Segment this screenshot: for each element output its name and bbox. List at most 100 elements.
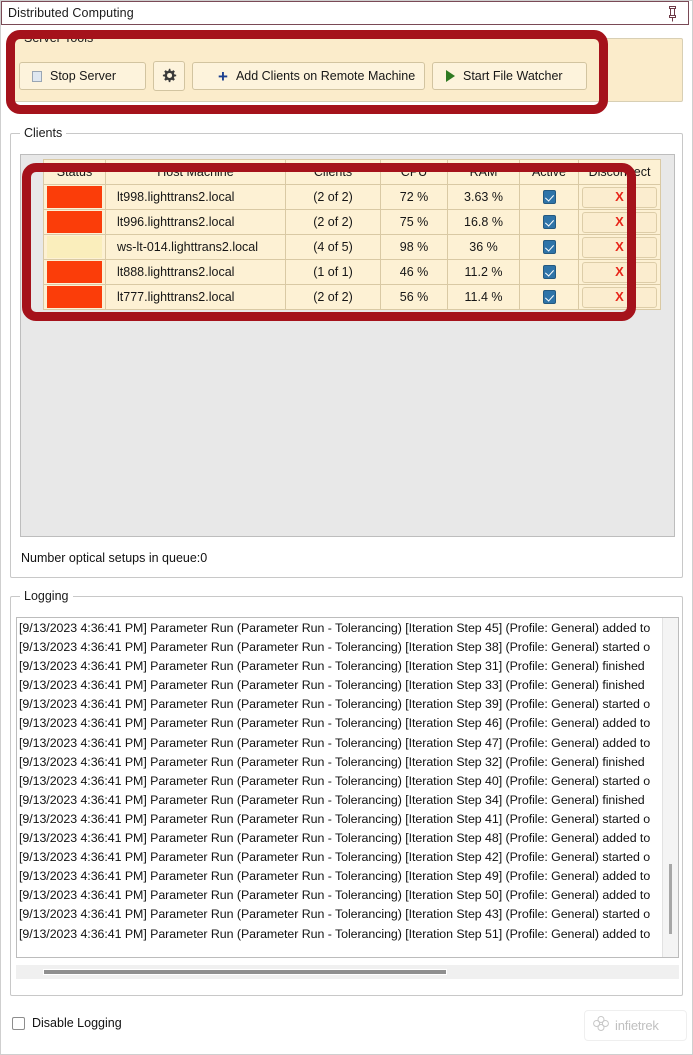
status-color-swatch: [47, 211, 102, 233]
clients-group: Clients Status Host Machine Clients CPU …: [10, 126, 683, 578]
disconnect-button[interactable]: X: [582, 236, 657, 258]
stop-server-button[interactable]: Stop Server: [19, 62, 146, 90]
clients-table: Status Host Machine Clients CPU RAM Acti…: [43, 159, 661, 310]
cell-cpu: 75 %: [380, 209, 448, 235]
log-line: [9/13/2023 4:36:41 PM] Parameter Run (Pa…: [19, 811, 651, 826]
cell-active[interactable]: [519, 184, 579, 210]
logging-group: Logging [9/13/2023 4:36:41 PM] Parameter…: [10, 589, 683, 996]
table-header-row: Status Host Machine Clients CPU RAM Acti…: [43, 159, 661, 185]
stop-server-label: Stop Server: [50, 68, 117, 83]
log-vertical-scrollbar[interactable]: [662, 618, 678, 957]
disconnect-button[interactable]: X: [582, 261, 657, 283]
cell-status: [43, 284, 106, 310]
cell-cpu: 98 %: [380, 234, 448, 260]
log-line: [9/13/2023 4:36:41 PM] Parameter Run (Pa…: [19, 621, 651, 635]
log-line: [9/13/2023 4:36:41 PM] Parameter Run (Pa…: [19, 773, 651, 788]
column-header-status[interactable]: Status: [43, 159, 106, 185]
log-line: [9/13/2023 4:36:41 PM] Parameter Run (Pa…: [19, 697, 651, 712]
column-header-cpu[interactable]: CPU: [380, 159, 448, 185]
log-line: [9/13/2023 4:36:41 PM] Parameter Run (Pa…: [19, 678, 645, 693]
log-line: [9/13/2023 4:36:41 PM] Parameter Run (Pa…: [19, 659, 645, 674]
log-vertical-scrollbar-thumb[interactable]: [669, 864, 672, 934]
cell-clients: (4 of 5): [285, 234, 381, 260]
cell-disconnect: X: [578, 184, 661, 210]
disconnect-button[interactable]: X: [582, 186, 657, 208]
watermark-text: infietrek: [615, 1018, 659, 1033]
status-color-swatch: [47, 186, 102, 208]
status-color-swatch: [47, 286, 102, 308]
footer-bar: Disable Logging infietrek: [0, 1008, 693, 1048]
cell-disconnect: X: [578, 284, 661, 310]
add-clients-on-remote-machine-button[interactable]: + Add Clients on Remote Machine: [192, 62, 425, 90]
cell-clients: (2 of 2): [285, 209, 381, 235]
active-checkbox-checked-icon[interactable]: [542, 290, 556, 305]
cell-disconnect: X: [578, 209, 661, 235]
log-line: [9/13/2023 4:36:41 PM] Parameter Run (Pa…: [19, 735, 651, 750]
log-line: [9/13/2023 4:36:41 PM] Parameter Run (Pa…: [19, 869, 651, 884]
column-header-ram[interactable]: RAM: [447, 159, 520, 185]
window-title-bar: Distributed Computing: [1, 1, 689, 25]
cell-host-machine: lt888.lighttrans2.local: [105, 259, 286, 285]
table-row[interactable]: ws-lt-014.lighttrans2.local (4 of 5) 98 % 3…: [43, 234, 661, 260]
column-header-disconnect[interactable]: Disconnect: [578, 159, 661, 185]
log-output-box[interactable]: [9/13/2023 4:36:41 PM] Parameter Run (Pa…: [16, 617, 679, 958]
cell-disconnect: X: [578, 259, 661, 285]
table-row[interactable]: lt888.lighttrans2.local (1 of 1) 46 % 11.2 …: [43, 259, 661, 285]
column-header-clients[interactable]: Clients: [285, 159, 381, 185]
log-line: [9/13/2023 4:36:41 PM] Parameter Run (Pa…: [19, 831, 651, 846]
disconnect-button[interactable]: X: [582, 286, 657, 308]
clients-legend: Clients: [20, 126, 67, 140]
cell-clients: (2 of 2): [285, 284, 381, 310]
log-line: [9/13/2023 4:36:41 PM] Parameter Run (Pa…: [19, 888, 651, 903]
log-horizontal-scrollbar[interactable]: [16, 965, 679, 979]
column-header-host-machine[interactable]: Host Machine: [105, 159, 286, 185]
log-line: [9/13/2023 4:36:41 PM] Parameter Run (Pa…: [19, 907, 651, 922]
active-checkbox-checked-icon[interactable]: [542, 240, 556, 255]
cell-ram: 3.63 %: [447, 184, 520, 210]
cell-status: [43, 259, 106, 285]
status-color-swatch: [47, 261, 102, 283]
start-file-watcher-button[interactable]: Start File Watcher: [432, 62, 587, 90]
logging-legend: Logging: [20, 589, 73, 603]
disable-logging-checkbox-box[interactable]: [12, 1016, 25, 1030]
cell-cpu: 46 %: [380, 259, 448, 285]
stop-square-icon: [32, 70, 42, 82]
cell-active[interactable]: [519, 209, 579, 235]
cell-host-machine: lt998.lighttrans2.local: [105, 184, 286, 210]
window-title: Distributed Computing: [8, 6, 134, 20]
cell-active[interactable]: [519, 284, 579, 310]
disconnect-button[interactable]: X: [582, 211, 657, 233]
active-checkbox-checked-icon[interactable]: [542, 215, 556, 230]
table-row[interactable]: lt777.lighttrans2.local (2 of 2) 56 % 11.4 …: [43, 284, 661, 310]
column-header-active[interactable]: Active: [519, 159, 579, 185]
disable-logging-label: Disable Logging: [32, 1016, 122, 1030]
log-line: [9/13/2023 4:36:41 PM] Parameter Run (Pa…: [19, 792, 645, 807]
cell-active[interactable]: [519, 259, 579, 285]
plus-icon: +: [218, 66, 228, 86]
disable-logging-checkbox[interactable]: Disable Logging: [12, 1016, 122, 1030]
flower-logo-icon: [592, 1015, 610, 1036]
log-line-list: [9/13/2023 4:36:41 PM] Parameter Run (Pa…: [17, 618, 662, 957]
table-row[interactable]: lt996.lighttrans2.local (2 of 2) 75 % 16.8 …: [43, 209, 661, 235]
active-checkbox-checked-icon[interactable]: [542, 190, 556, 205]
cell-clients: (1 of 1): [285, 259, 381, 285]
table-row[interactable]: lt998.lighttrans2.local (2 of 2) 72 % 3.63 …: [43, 184, 661, 210]
log-horizontal-scrollbar-thumb[interactable]: [43, 969, 447, 975]
server-tools-legend: Server Tools: [20, 31, 98, 45]
clients-list-panel: Status Host Machine Clients CPU RAM Acti…: [20, 154, 675, 537]
cell-ram: 36 %: [447, 234, 520, 260]
active-checkbox-checked-icon[interactable]: [542, 265, 556, 280]
log-line: [9/13/2023 4:36:41 PM] Parameter Run (Pa…: [19, 754, 645, 769]
pin-icon[interactable]: [664, 5, 680, 23]
cell-status: [43, 184, 106, 210]
queue-count-label: Number optical setups in queue:0: [21, 551, 208, 565]
cell-disconnect: X: [578, 234, 661, 260]
cell-host-machine: lt996.lighttrans2.local: [105, 209, 286, 235]
clients-table-body: lt998.lighttrans2.local (2 of 2) 72 % 3.63 …: [43, 184, 661, 310]
cell-host-machine: ws-lt-014.lighttrans2.local: [105, 234, 286, 260]
play-triangle-icon: [446, 70, 455, 82]
cell-active[interactable]: [519, 234, 579, 260]
start-file-watcher-label: Start File Watcher: [463, 68, 563, 83]
cell-status: [43, 209, 106, 235]
settings-button[interactable]: [153, 61, 185, 91]
